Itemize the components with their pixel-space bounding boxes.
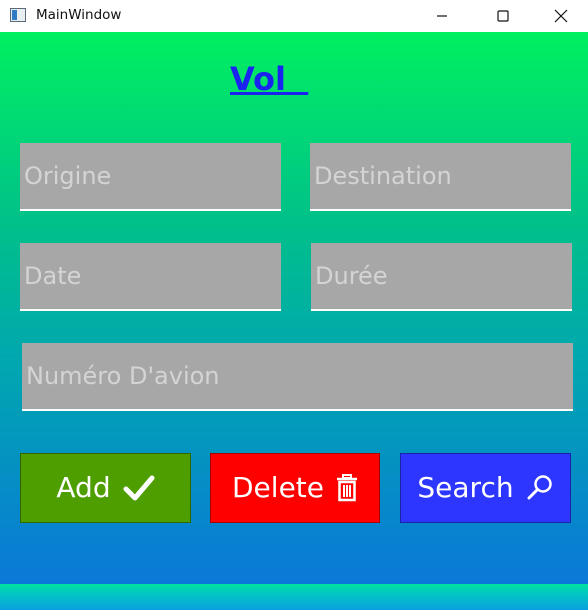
app-window-icon: [10, 8, 26, 22]
search-button-label: Search: [417, 471, 514, 504]
main-window-client: Vol Add Delete Search: [0, 32, 588, 584]
close-icon: [554, 9, 568, 23]
search-icon: [526, 474, 554, 502]
minimize-icon: [437, 15, 447, 17]
numero-avion-field[interactable]: [22, 343, 573, 411]
add-button-label: Add: [56, 471, 111, 504]
search-button[interactable]: Search: [400, 453, 571, 523]
origine-field[interactable]: [20, 143, 281, 211]
destination-field[interactable]: [310, 143, 571, 211]
page-title: Vol: [230, 60, 309, 98]
title-bar: MainWindow: [0, 0, 588, 32]
duree-field[interactable]: [311, 243, 572, 311]
maximize-icon: [497, 10, 509, 22]
delete-button[interactable]: Delete: [210, 453, 380, 523]
window-title: MainWindow: [36, 7, 122, 23]
minimize-button[interactable]: [413, 0, 471, 32]
bottom-bar: [0, 584, 588, 610]
checkmark-icon: [123, 474, 155, 502]
trash-icon: [336, 474, 358, 502]
add-button[interactable]: Add: [20, 453, 191, 523]
delete-button-label: Delete: [232, 471, 324, 504]
date-field[interactable]: [20, 243, 281, 311]
close-button[interactable]: [532, 0, 588, 32]
maximize-button[interactable]: [474, 0, 532, 32]
